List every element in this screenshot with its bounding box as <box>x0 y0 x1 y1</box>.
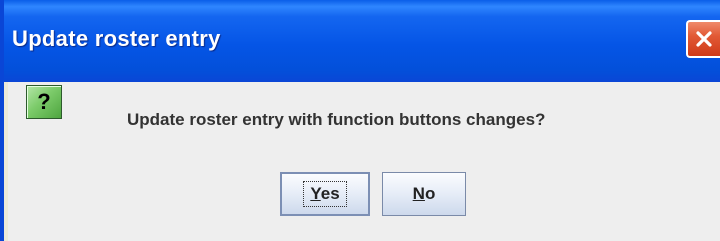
question-glyph: ? <box>37 89 51 114</box>
no-button-label: No <box>413 184 436 204</box>
question-icon: ? <box>26 85 62 119</box>
yes-rest: es <box>320 184 340 203</box>
dialog-content: ? Update roster entry with function butt… <box>8 82 720 241</box>
yes-mnemonic: Y <box>310 184 321 203</box>
dialog-message: Update roster entry with function button… <box>127 110 546 129</box>
no-mnemonic: N <box>412 184 425 203</box>
no-button[interactable]: No <box>382 172 466 216</box>
yes-button[interactable]: Yes <box>280 172 370 216</box>
close-icon <box>696 31 712 47</box>
no-rest: o <box>424 184 436 203</box>
window-title: Update roster entry <box>12 26 221 51</box>
yes-button-label: Yes <box>303 181 347 207</box>
close-button[interactable] <box>686 20 720 58</box>
title-bar[interactable]: Update roster entry <box>4 0 720 82</box>
dialog-window: Update roster entry ? Update roster entr… <box>0 0 720 241</box>
